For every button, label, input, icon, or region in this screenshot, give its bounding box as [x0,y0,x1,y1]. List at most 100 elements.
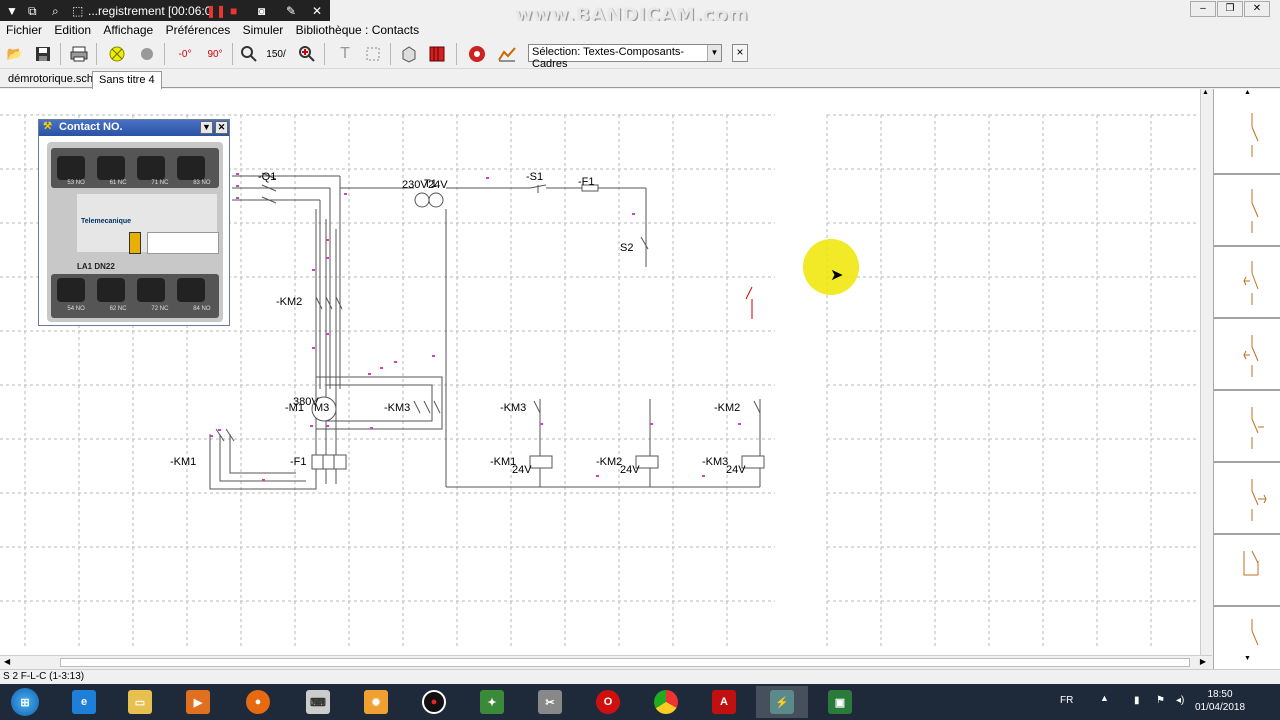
zoom-in-icon[interactable] [296,43,318,65]
stop-icon[interactable]: ■ [230,3,237,19]
km2-coil-voltage: 24V [620,464,640,476]
rotate-90-icon[interactable]: 90° [204,43,226,65]
contact-window-title: Contact NO. [59,121,123,133]
tool-icon: ⚒ [43,121,52,132]
horizontal-scrollbar[interactable]: ◀ ▶ [0,655,1212,669]
scroll-thumb[interactable] [60,658,1190,667]
taskbar-keyboard[interactable]: ⌨ [292,686,344,718]
close-icon[interactable]: ✕ [215,121,228,134]
zoom-icon[interactable] [238,43,260,65]
camera-icon[interactable]: ◙ [258,3,265,19]
tab-demrotorique[interactable]: démrotorique.sch [2,71,99,89]
clock-date: 01/04/2018 [1194,702,1246,713]
maximize-icon[interactable]: ❐ [1217,1,1243,17]
opera-icon: O [596,690,620,714]
km3-coil-voltage: 24V [726,464,746,476]
component-icon[interactable] [398,43,420,65]
save-icon[interactable] [32,43,54,65]
scroll-up-icon[interactable]: ▲ [1244,89,1251,96]
contact-preview-window[interactable]: ⚒ Contact NO. ▼ ✕ 53 NO 61 NC 71 NC 83 NO T… [38,119,230,326]
minimize-icon[interactable]: – [1190,1,1216,17]
model-label: LA1 DN22 [77,262,115,271]
m3-label: M3 [314,402,330,414]
library-icon[interactable] [426,43,448,65]
menu-bibliotheque[interactable]: Bibliothèque : Contacts [290,21,419,37]
selection-dropdown[interactable]: Sélection: Textes-Composants-Cadres ▼ [528,44,722,70]
menu-affichage[interactable]: Affichage [97,21,153,37]
start-button[interactable]: ⊞ [0,686,50,718]
taskbar-schematic-app[interactable]: ⚡ [756,686,808,718]
taskbar-chrome[interactable] [640,686,692,718]
language-indicator[interactable]: FR [1060,695,1073,706]
stop-sim-icon[interactable] [136,43,158,65]
chrome-icon [654,690,678,714]
menu-edition[interactable]: Edition [48,21,91,37]
status-text: S 2 F-L-C (1-3:13) [3,671,85,682]
frame-tool-icon[interactable] [362,43,384,65]
tray-network-icon[interactable]: ▮ [1134,695,1140,706]
taskbar-video-editor[interactable]: ▣ [814,686,866,718]
taskbar-network[interactable]: ✦ [466,686,518,718]
scroll-left-icon[interactable]: ◀ [4,657,10,666]
q1-label: -Q1 [258,171,277,183]
open-folder-icon[interactable]: 📂 [4,43,26,65]
clock-time: 18:50 [1207,689,1233,700]
pdf-icon: A [712,690,736,714]
km3-mid-label: -KM3 [384,402,411,414]
menu-simuler[interactable]: Simuler [237,21,284,37]
simulate-icon[interactable] [466,43,488,65]
pencil-icon[interactable]: ✎ [286,3,296,19]
km1-left-label: -KM1 [170,456,197,468]
windows-icon: ⊞ [11,688,39,716]
print-icon[interactable] [68,43,90,65]
tray-chevron-icon[interactable]: ▲ [1100,693,1109,703]
chevron-down-icon[interactable]: ▼ [707,45,721,61]
close-icon[interactable]: ✕ [312,3,322,19]
zoom-level: 150/ [266,48,286,60]
scroll-right-icon[interactable]: ▶ [1200,657,1206,666]
selection-close-button[interactable]: × [732,44,748,62]
region-icon[interactable]: ⬚ [72,3,83,19]
km3-coil-label: -KM3 [702,456,729,468]
taskbar-tools[interactable]: ✂ [524,686,576,718]
close-window-icon[interactable]: ✕ [1244,1,1270,17]
s2-label: S2 [620,242,634,254]
terminal-markers [210,173,741,481]
tab-sans-titre-4[interactable]: Sans titre 4 [92,71,162,89]
f1-bottom-label: -F1 [290,456,307,468]
lamp-icon[interactable] [106,43,128,65]
menu-preferences[interactable]: Préférences [160,21,231,37]
km2-left-label: -KM2 [276,296,303,308]
menu-fichier[interactable]: Fichier [0,21,42,37]
taskbar-media[interactable]: ▶ [172,686,224,718]
s1-label: -S1 [526,171,544,183]
menu-bar: Fichier Edition Affichage Préférences Si… [0,21,1280,39]
status-bar: S 2 F-L-C (1-3:13) [0,669,1280,684]
contact-window-titlebar[interactable]: ⚒ Contact NO. ▼ ✕ [39,120,229,136]
tray-volume-icon[interactable]: ◂) [1176,695,1184,706]
rotate-minus-icon[interactable]: -0° [174,43,196,65]
chevron-down-icon[interactable]: ▼ [200,121,213,134]
collapse-icon[interactable]: ▼ [6,3,18,19]
search-icon[interactable]: ⌕ [52,3,59,19]
taskbar-explorer[interactable]: ▭ [114,686,166,718]
vertical-scrollbar[interactable]: ▲ [1200,89,1212,655]
taskbar-ie[interactable]: e [58,686,110,718]
ie-icon: e [72,690,96,714]
taskbar-firefox[interactable]: ● [232,686,284,718]
chart-icon[interactable] [496,43,518,65]
pause-icon[interactable]: ❚❚ [206,3,226,19]
scroll-up-icon[interactable]: ▲ [1202,89,1209,96]
window-icon[interactable]: ⧉ [28,3,37,19]
taskbar-bandicam[interactable]: ● [408,686,460,718]
taskbar-opera[interactable]: O [582,686,634,718]
km1-coil-voltage: 24V [512,464,532,476]
record-icon: ● [422,690,446,714]
taskbar-pdf[interactable]: A [698,686,750,718]
taskbar-paint[interactable]: ✹ [350,686,402,718]
media-player-icon: ▶ [186,690,210,714]
clock[interactable]: 18:50 01/04/2018 [1190,688,1250,714]
tray-flag-icon[interactable]: ⚑ [1156,695,1165,706]
cursor-arrow-icon: ➤ [830,267,844,284]
text-tool-icon[interactable]: T [334,43,356,65]
